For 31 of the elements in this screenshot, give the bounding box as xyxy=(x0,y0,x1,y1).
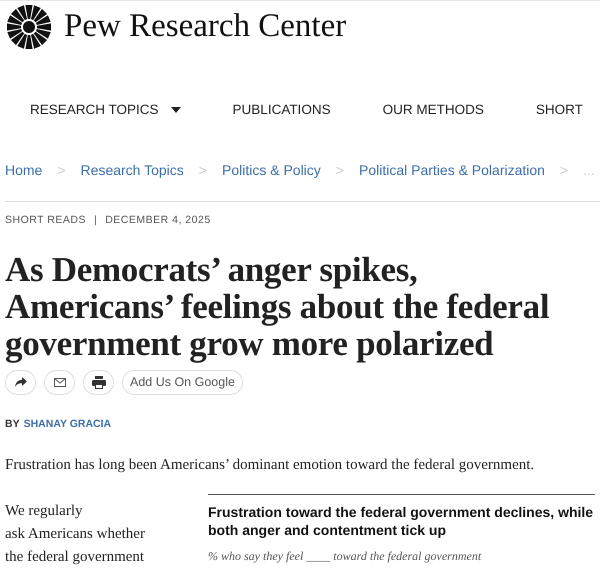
breadcrumb-link[interactable]: Political Parties & Polarization xyxy=(358,160,545,180)
breadcrumb-separator: > xyxy=(57,160,66,180)
breadcrumb-link[interactable]: Politics & Policy xyxy=(222,160,321,180)
nav-link[interactable]: OUR METHODS xyxy=(382,100,484,120)
share-button[interactable] xyxy=(5,370,36,395)
article-headline: As Democrats’ anger spikes, Americans’ feelings about the federal government grow more polarized xyxy=(5,250,550,362)
breadcrumb-link[interactable]: Home xyxy=(5,160,42,180)
author-link[interactable]: SHANAY GRACIA xyxy=(24,416,112,432)
nav-link[interactable]: SHORT xyxy=(536,100,583,120)
byline-label: BY xyxy=(5,416,20,432)
site-name[interactable]: Pew Research Center xyxy=(64,10,346,43)
breadcrumb-separator: > xyxy=(198,160,207,180)
nav-link[interactable]: PUBLICATIONS xyxy=(232,100,331,120)
body-paragraph: We regularly ask Americans whether the federal government xyxy=(5,502,146,567)
chart-title: Frustration toward the federal government declines, while both anger and contentment tick up xyxy=(208,503,594,539)
print-button[interactable] xyxy=(83,370,114,395)
breadcrumb-separator: > xyxy=(560,160,568,180)
nav-link[interactable]: RESEARCH TOPICS xyxy=(30,100,181,120)
logo-icon[interactable] xyxy=(6,4,52,50)
breadcrumb-link[interactable]: Research Topics xyxy=(80,160,184,180)
printer-icon xyxy=(92,376,106,389)
section-label[interactable]: SHORT READS xyxy=(5,213,86,229)
email-icon xyxy=(54,378,66,387)
breadcrumb-separator: > xyxy=(336,160,344,180)
chart-subtitle: % who say they feel ____ toward the federal government xyxy=(208,548,482,565)
publish-date: DECEMBER 4, 2025 xyxy=(105,213,211,228)
meta-separator: | xyxy=(94,213,98,228)
intro-paragraph: Frustration has long been Americans’ dominant emotion toward the federal government. xyxy=(4,456,536,474)
email-button[interactable] xyxy=(44,370,75,395)
add-google-button[interactable]: Add Us On Google xyxy=(122,370,243,395)
share-icon xyxy=(14,377,26,388)
